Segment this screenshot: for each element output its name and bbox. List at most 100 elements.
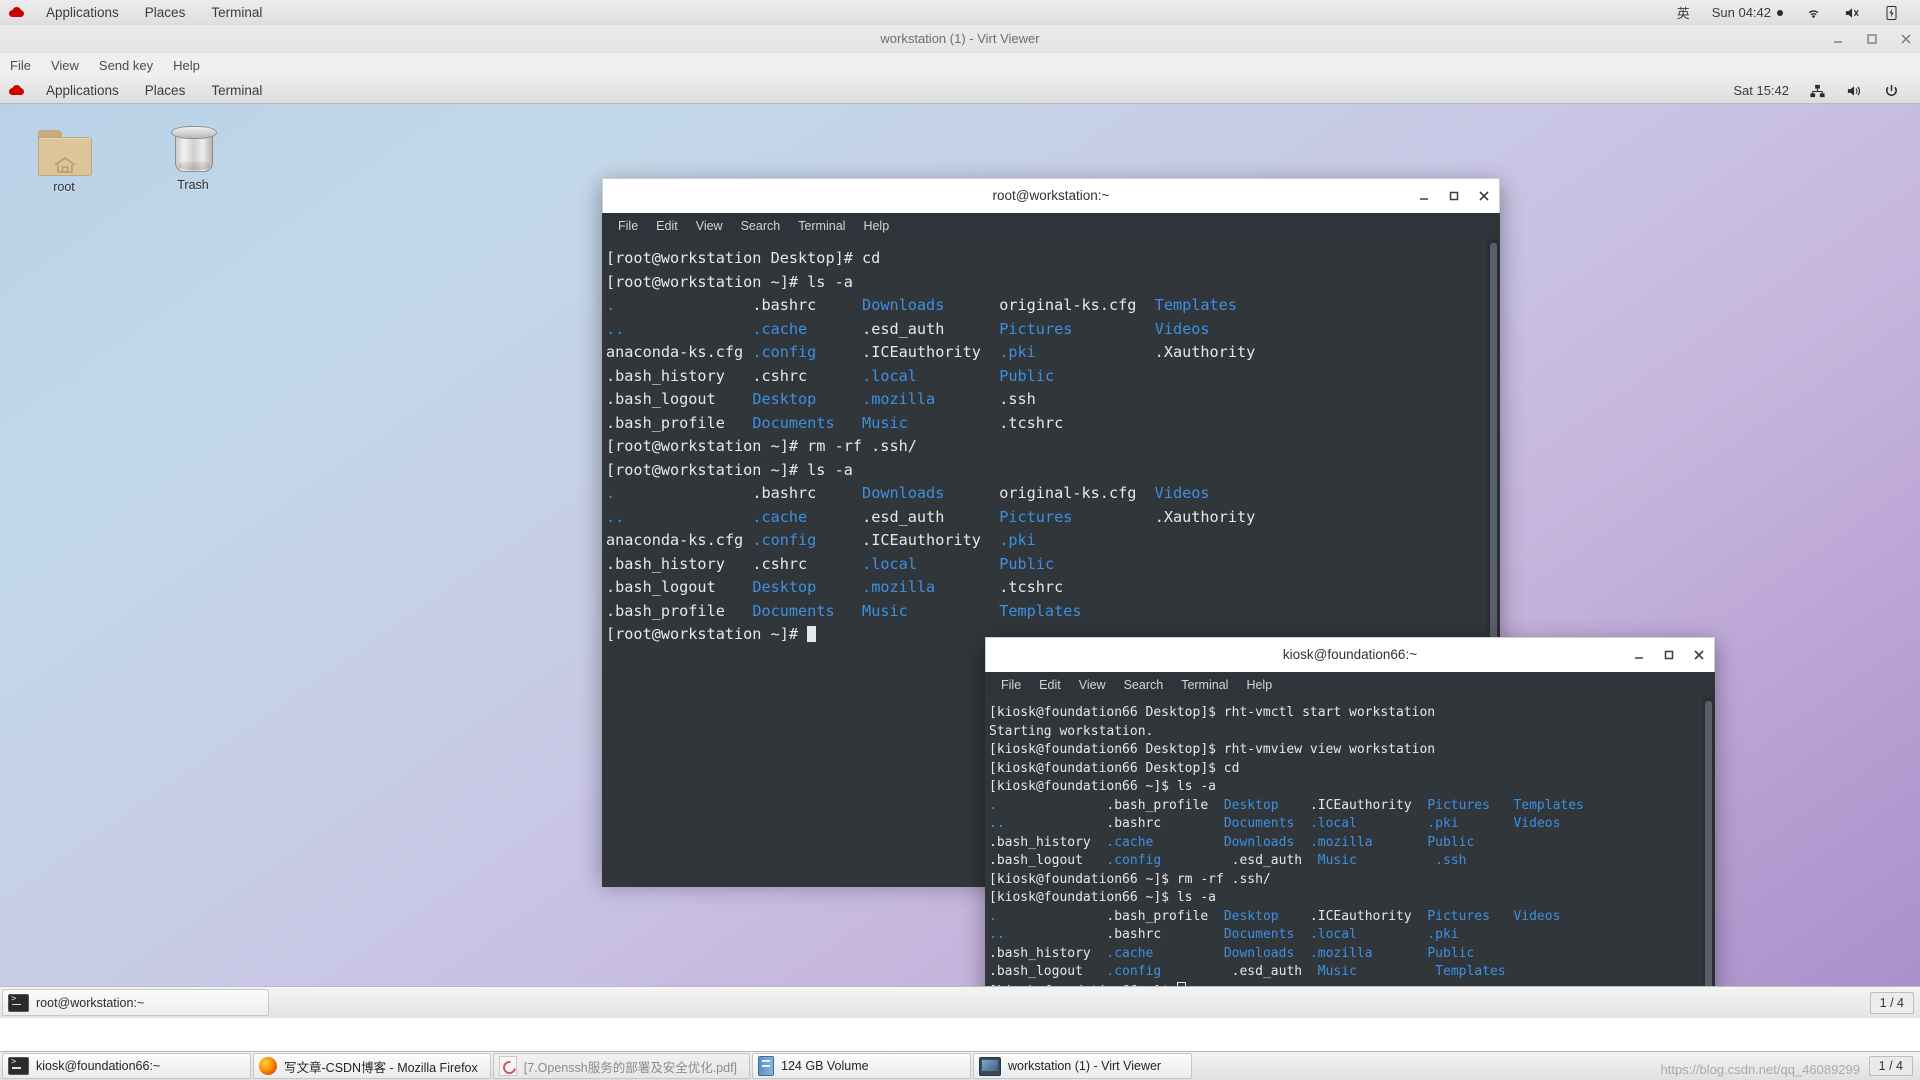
terminal-line: .bash_logout Desktop .mozilla .tcshrc — [606, 578, 1064, 596]
minimize-icon[interactable] — [1417, 189, 1431, 203]
host-workspace-pager[interactable]: 1 / 4 — [1868, 1056, 1913, 1076]
terminal-icon — [8, 1057, 29, 1075]
guest-menu-places[interactable]: Places — [132, 78, 199, 103]
virt-viewer-window-buttons — [1830, 25, 1914, 53]
terminal-kiosk-scrollbar[interactable] — [1702, 698, 1715, 1018]
host-taskbar-item-pdf-label: [7.Openssh服务的部署及安全优化.pdf] — [523, 1060, 738, 1075]
term-kiosk-menu-terminal[interactable]: Terminal — [1172, 672, 1237, 698]
term-kiosk-menu-file[interactable]: File — [992, 672, 1030, 698]
maximize-icon[interactable] — [1662, 648, 1676, 662]
guest-workspace-pager[interactable]: 1 / 4 — [1869, 991, 1914, 1014]
terminal-line: .. .cache .esd_auth Pictures .Xauthority — [606, 507, 1256, 526]
vv-menu-view[interactable]: View — [41, 53, 89, 78]
host-wifi-icon[interactable] — [1794, 5, 1833, 21]
desktop-icon-trash[interactable]: Trash — [145, 116, 241, 192]
terminal-line: . .bash_profile Desktop .ICEauthority Pi… — [989, 797, 1584, 813]
host-ime-indicator[interactable]: 英 — [1666, 3, 1701, 22]
redhat-logo-icon — [8, 84, 27, 98]
term-kiosk-menu-edit[interactable]: Edit — [1030, 672, 1070, 698]
host-taskbar: kiosk@foundation66:~ 写文章-CSDN博客 - Mozill… — [0, 1051, 1920, 1080]
guest-status-area: Sat 15:42 — [1723, 83, 1920, 99]
term-root-menu-search[interactable]: Search — [732, 213, 790, 239]
desktop-icon-trash-label: Trash — [177, 178, 209, 192]
terminal-root-title: root@workstation:~ — [992, 188, 1110, 203]
host-taskbar-item-virt-viewer[interactable]: workstation (1) - Virt Viewer — [973, 1053, 1193, 1079]
vv-menu-send-key[interactable]: Send key — [89, 53, 163, 78]
vv-menu-help[interactable]: Help — [163, 53, 210, 78]
firefox-icon — [259, 1057, 277, 1075]
guest-power-icon[interactable] — [1873, 83, 1910, 99]
host-clock[interactable]: Sun 04:42 — [1701, 5, 1794, 20]
host-battery-icon[interactable] — [1872, 5, 1911, 21]
trash-icon — [145, 116, 241, 172]
terminal-kiosk-menubar: File Edit View Search Terminal Help — [985, 672, 1715, 698]
terminal-line: .bash_history .cache Downloads .mozilla … — [989, 945, 1475, 961]
term-root-menu-file[interactable]: File — [609, 213, 647, 239]
host-taskbar-item-pdf[interactable]: [7.Openssh服务的部署及安全优化.pdf] — [492, 1053, 751, 1079]
terminal-icon — [8, 993, 29, 1012]
terminal-root-menubar: File Edit View Search Terminal Help — [602, 213, 1500, 239]
close-icon[interactable] — [1692, 648, 1706, 662]
guest-volume-icon[interactable] — [1836, 83, 1873, 99]
guest-taskbar-item-terminal[interactable]: root@workstation:~ — [2, 989, 269, 1016]
guest-menu-applications[interactable]: Applications — [33, 78, 132, 103]
terminal-line: .bash_history .cache Downloads .mozilla … — [989, 834, 1475, 850]
terminal-root-titlebar[interactable]: root@workstation:~ — [602, 178, 1500, 213]
terminal-line: [kiosk@foundation66 Desktop]$ rht-vmctl … — [989, 705, 1436, 720]
host-clock-label: Sun 04:42 — [1711, 5, 1771, 20]
host-taskbar-item-firefox[interactable]: 写文章-CSDN博客 - Mozilla Firefox — [253, 1053, 491, 1079]
term-kiosk-menu-help[interactable]: Help — [1237, 672, 1281, 698]
terminal-line: [root@workstation ~]# ls -a — [606, 460, 853, 479]
term-kiosk-menu-search[interactable]: Search — [1115, 672, 1173, 698]
virt-viewer-menubar: File View Send key Help — [0, 53, 1920, 79]
drive-icon — [758, 1056, 775, 1076]
term-root-menu-view[interactable]: View — [687, 213, 732, 239]
host-taskbar-item-virt-viewer-label: workstation (1) - Virt Viewer — [1008, 1059, 1162, 1073]
terminal-window-kiosk[interactable]: kiosk@foundation66:~ File Edit View Sear… — [985, 637, 1715, 1018]
close-icon[interactable] — [1477, 189, 1491, 203]
terminal-line: .bash_profile Documents Music .tcshrc — [606, 413, 1064, 432]
terminal-root-lines: [root@workstation Desktop]# cd [root@work… — [606, 247, 1500, 647]
minimize-icon[interactable] — [1830, 31, 1846, 47]
host-menu-places[interactable]: Places — [132, 0, 199, 25]
guest-menu-terminal[interactable]: Terminal — [198, 78, 275, 103]
terminal-line: .bash_history .cshrc .local Public — [606, 366, 1055, 385]
terminal-kiosk-lines: [kiosk@foundation66 Desktop]$ rht-vmctl … — [989, 704, 1715, 1001]
term-root-menu-help[interactable]: Help — [854, 213, 898, 239]
virt-viewer-titlebar[interactable]: workstation (1) - Virt Viewer — [0, 25, 1920, 54]
host-volume-muted-icon[interactable] — [1833, 5, 1872, 21]
term-kiosk-menu-view[interactable]: View — [1070, 672, 1115, 698]
host-taskbar-item-volume-label: 124 GB Volume — [781, 1059, 869, 1073]
terminal-line: [kiosk@foundation66 ~]$ ls -a — [989, 890, 1216, 905]
guest-clock[interactable]: Sat 15:42 — [1723, 83, 1799, 98]
terminal-line: . .bashrc Downloads original-ks.cfg Vide… — [606, 484, 1210, 502]
terminal-kiosk-output[interactable]: [kiosk@foundation66 Desktop]$ rht-vmctl … — [985, 698, 1715, 1018]
host-menu-applications[interactable]: Applications — [33, 0, 132, 25]
host-status-area: 英 Sun 04:42 — [1666, 3, 1920, 22]
screen: Applications Places Terminal 英 Sun 04:42… — [0, 0, 1920, 1080]
virt-viewer-icon — [979, 1056, 1002, 1076]
host-menu-terminal[interactable]: Terminal — [198, 0, 275, 25]
term-root-menu-terminal[interactable]: Terminal — [789, 213, 854, 239]
terminal-line: .. .bashrc Documents .local .pki — [989, 927, 1459, 942]
term-root-menu-edit[interactable]: Edit — [647, 213, 687, 239]
desktop-icon-root[interactable]: root — [16, 118, 112, 194]
minimize-icon[interactable] — [1632, 648, 1646, 662]
virt-viewer-title: workstation (1) - Virt Viewer — [880, 31, 1040, 46]
terminal-line: [kiosk@foundation66 ~]$ ls -a — [989, 779, 1216, 794]
terminal-line: anaconda-ks.cfg .config .ICEauthority .p… — [606, 531, 1036, 549]
guest-network-icon[interactable] — [1799, 83, 1836, 99]
host-taskbar-item-kiosk-label: kiosk@foundation66:~ — [36, 1059, 161, 1073]
maximize-icon[interactable] — [1447, 189, 1461, 203]
terminal-kiosk-titlebar[interactable]: kiosk@foundation66:~ — [985, 637, 1715, 672]
terminal-line: .. .cache .esd_auth Pictures Videos — [606, 319, 1210, 338]
host-taskbar-item-kiosk-terminal[interactable]: kiosk@foundation66:~ — [2, 1053, 251, 1079]
host-top-bar: Applications Places Terminal 英 Sun 04:42 — [0, 0, 1920, 26]
maximize-icon[interactable] — [1864, 31, 1880, 47]
vv-menu-file[interactable]: File — [0, 53, 41, 78]
close-icon[interactable] — [1898, 31, 1914, 47]
desktop-icon-root-label: root — [53, 180, 75, 194]
terminal-line: .bash_history .cshrc .local Public — [606, 554, 1055, 573]
host-taskbar-item-volume[interactable]: 124 GB Volume — [752, 1053, 972, 1079]
host-taskbar-item-firefox-label: 写文章-CSDN博客 - Mozilla Firefox — [284, 1060, 478, 1075]
